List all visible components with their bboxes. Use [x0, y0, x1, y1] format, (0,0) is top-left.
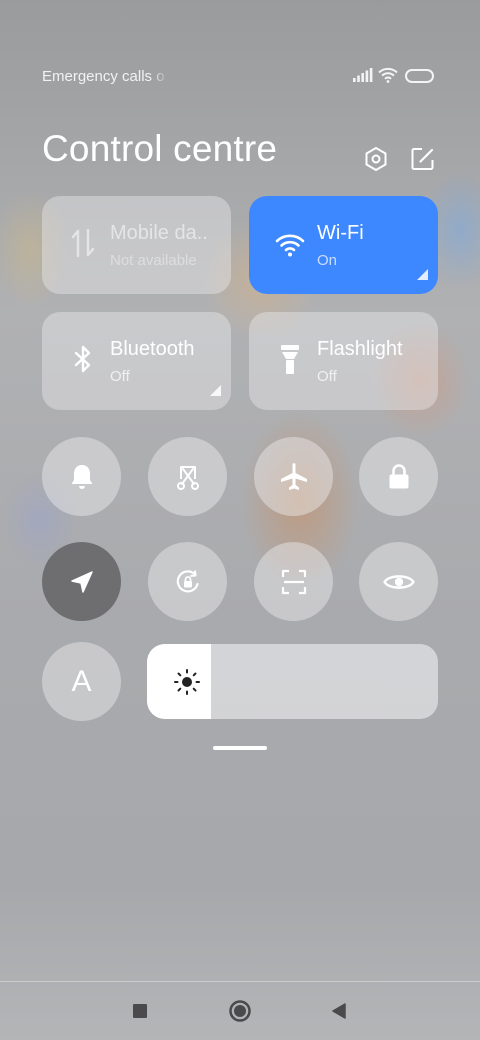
- nav-divider: [0, 981, 480, 982]
- screenshot-toggle[interactable]: [148, 437, 227, 516]
- reading-mode-toggle[interactable]: [359, 542, 438, 621]
- home-button[interactable]: [225, 996, 255, 1026]
- scissors-screenshot-icon: [176, 465, 199, 490]
- mobile-data-tile[interactable]: Mobile da.. Not available: [42, 196, 231, 294]
- flashlight-status: Off: [317, 368, 337, 385]
- sun-icon: [174, 669, 200, 695]
- rotation-lock-icon: [176, 569, 199, 592]
- signal-bars-icon: [353, 68, 373, 82]
- flashlight-label: Flashlight: [317, 338, 403, 360]
- drag-handle[interactable]: [213, 746, 267, 750]
- bluetooth-icon: [74, 345, 91, 373]
- mobile-data-status: Not available: [110, 252, 197, 269]
- auto-brightness-label: A: [71, 664, 92, 698]
- bluetooth-tile[interactable]: Bluetooth Off: [42, 312, 231, 410]
- bell-icon: [71, 464, 92, 489]
- scanner-toggle[interactable]: [254, 542, 333, 621]
- airplane-icon: [280, 462, 307, 490]
- wifi-label: Wi-Fi: [317, 222, 364, 244]
- triangle-back-icon: [332, 1003, 346, 1019]
- flashlight-tile[interactable]: Flashlight Off: [249, 312, 438, 410]
- back-button[interactable]: [324, 996, 354, 1026]
- eye-icon: [382, 574, 415, 589]
- wifi-tile[interactable]: Wi-Fi On: [249, 196, 438, 294]
- mobile-data-icon: [71, 228, 95, 258]
- scanner-icon: [281, 569, 306, 594]
- status-text: Emergency calls o: [42, 68, 165, 85]
- lock-toggle[interactable]: [359, 437, 438, 516]
- edit-icon[interactable]: [410, 146, 436, 172]
- wifi-status-icon: [378, 67, 398, 83]
- mobile-data-label: Mobile da..: [110, 222, 208, 244]
- bluetooth-label: Bluetooth: [110, 338, 195, 360]
- recents-button[interactable]: [125, 996, 155, 1026]
- expand-corner-icon[interactable]: [417, 269, 428, 280]
- location-toggle[interactable]: [42, 542, 121, 621]
- rotation-lock-toggle[interactable]: [148, 542, 227, 621]
- location-arrow-icon: [70, 570, 93, 593]
- flashlight-icon: [281, 345, 299, 374]
- wifi-status: On: [317, 252, 338, 269]
- page-title: Control centre: [42, 128, 278, 169]
- battery-icon: [405, 69, 434, 83]
- circle-icon: [229, 1000, 251, 1022]
- lock-icon: [389, 463, 408, 488]
- settings-hexagon-icon[interactable]: [363, 146, 389, 172]
- auto-brightness-toggle[interactable]: A: [42, 642, 121, 721]
- square-icon: [133, 1004, 147, 1018]
- silent-toggle[interactable]: [42, 437, 121, 516]
- expand-corner-icon[interactable]: [210, 385, 221, 396]
- bluetooth-status: Off: [110, 368, 130, 385]
- wifi-icon: [275, 234, 305, 257]
- airplane-toggle[interactable]: [254, 437, 333, 516]
- brightness-slider[interactable]: [147, 644, 438, 719]
